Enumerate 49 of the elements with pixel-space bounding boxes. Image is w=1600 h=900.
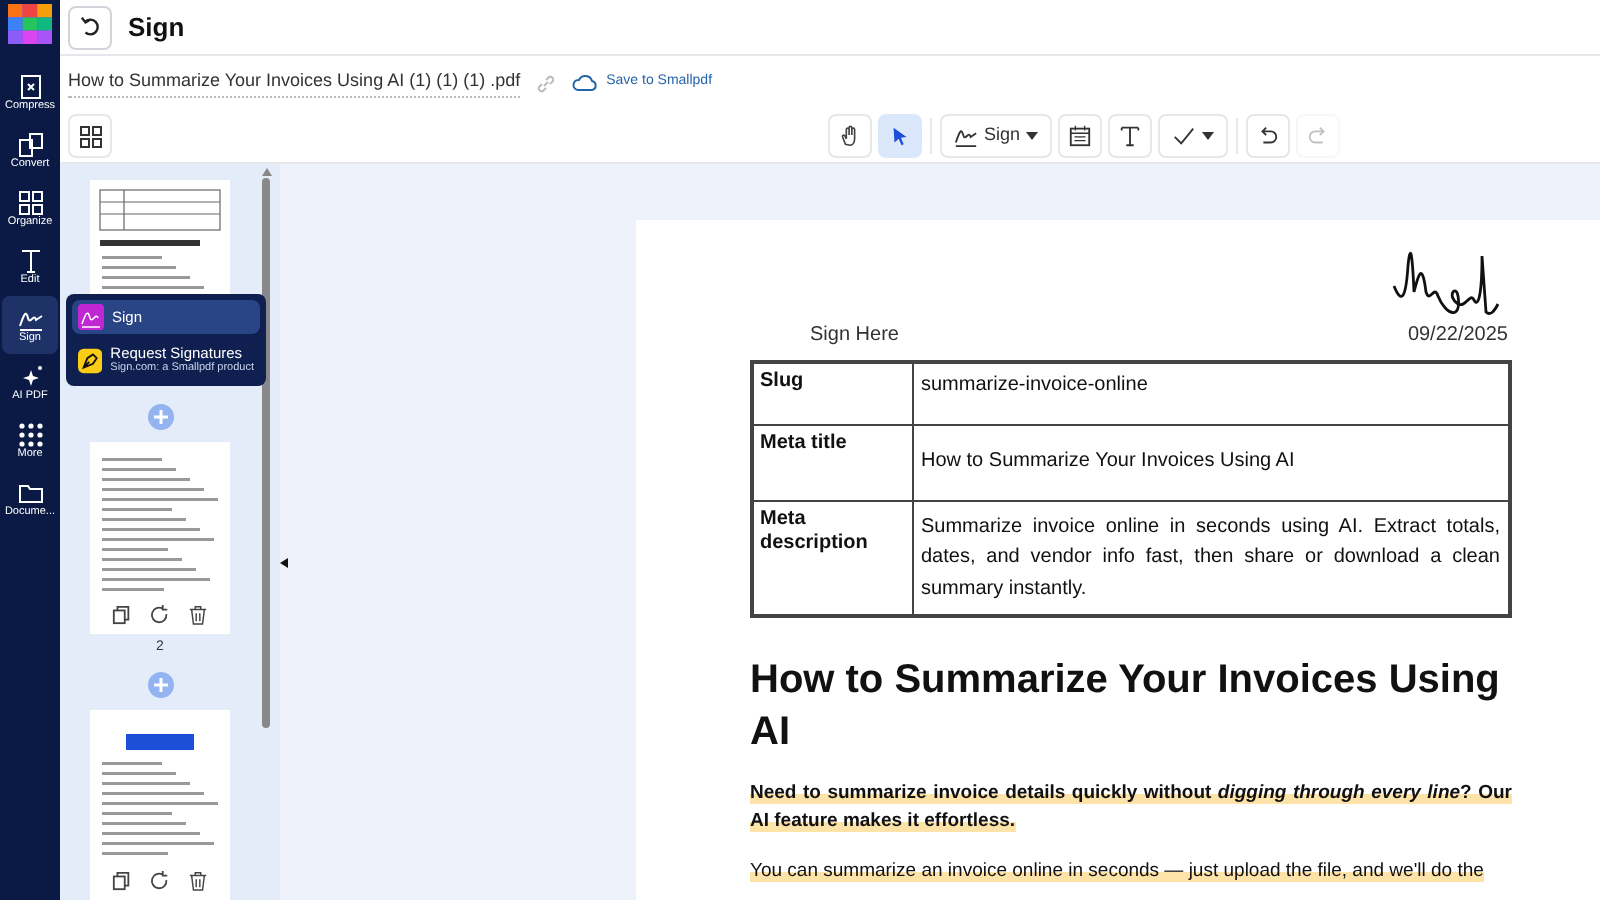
text-icon [1118, 124, 1143, 148]
grid-icon [17, 189, 43, 216]
text-icon [17, 247, 43, 274]
folder-icon [17, 479, 43, 506]
compress-icon [17, 73, 43, 100]
convert-icon [17, 131, 43, 158]
date-text: 09/22/2025 [1407, 322, 1508, 350]
undo-tool-button[interactable] [1246, 114, 1291, 158]
trash-icon[interactable] [188, 870, 209, 892]
pen-nib-icon [78, 347, 103, 374]
undo-icon [1256, 124, 1281, 148]
file-name[interactable]: How to Summarize Your Invoices Using AI (1) (1) (1) .pdf [68, 68, 521, 98]
calendar-tool-button[interactable] [1058, 114, 1103, 158]
rotate-icon[interactable] [149, 870, 170, 892]
button-preview [126, 733, 194, 749]
undo-icon [79, 16, 101, 38]
sign-here-label: Sign Here [810, 322, 899, 350]
table-cell: Meta title [752, 424, 912, 500]
document-heading: How to Summarize Your Invoices Using AI [750, 656, 1502, 758]
page-thumbnail[interactable] [90, 709, 230, 900]
rotate-icon[interactable] [149, 603, 170, 625]
checkmark-icon [1172, 124, 1197, 148]
duplicate-icon[interactable] [111, 603, 132, 625]
table-cell: Slug [752, 362, 912, 424]
undo-button[interactable] [68, 5, 112, 49]
duplicate-icon[interactable] [111, 870, 132, 892]
scroll-up-arrow[interactable] [261, 168, 271, 176]
trash-icon[interactable] [188, 603, 209, 625]
calendar-icon [1068, 124, 1093, 148]
grid-view-button[interactable] [68, 114, 112, 158]
check-tool-button[interactable] [1158, 114, 1229, 158]
text-tool-button[interactable] [1108, 114, 1153, 158]
sign-tool-button[interactable]: Sign [940, 114, 1053, 158]
signature-icon [954, 124, 978, 148]
page-title: Sign [128, 9, 185, 46]
redo-icon [1306, 124, 1331, 148]
paragraph-text: Need to summarize invoice details quickly without digging through every line? Our AI feature makes it effortless. [750, 780, 1512, 836]
cloud-icon [572, 74, 599, 92]
caret-icon [1202, 132, 1215, 140]
collapse-arrow[interactable] [280, 558, 288, 568]
paragraph-text: You can summarize an invoice online in seconds — just upload the file, and we'll do the [750, 857, 1486, 885]
page-thumbnail[interactable] [90, 442, 230, 634]
pointer-tool-button[interactable] [878, 114, 922, 158]
grid-icon [79, 125, 101, 147]
pointer-icon [888, 124, 912, 148]
grid-dots-icon [17, 421, 43, 448]
signature-icon [78, 304, 104, 330]
hand-tool-button[interactable] [828, 114, 872, 158]
caret-icon [1026, 132, 1039, 140]
